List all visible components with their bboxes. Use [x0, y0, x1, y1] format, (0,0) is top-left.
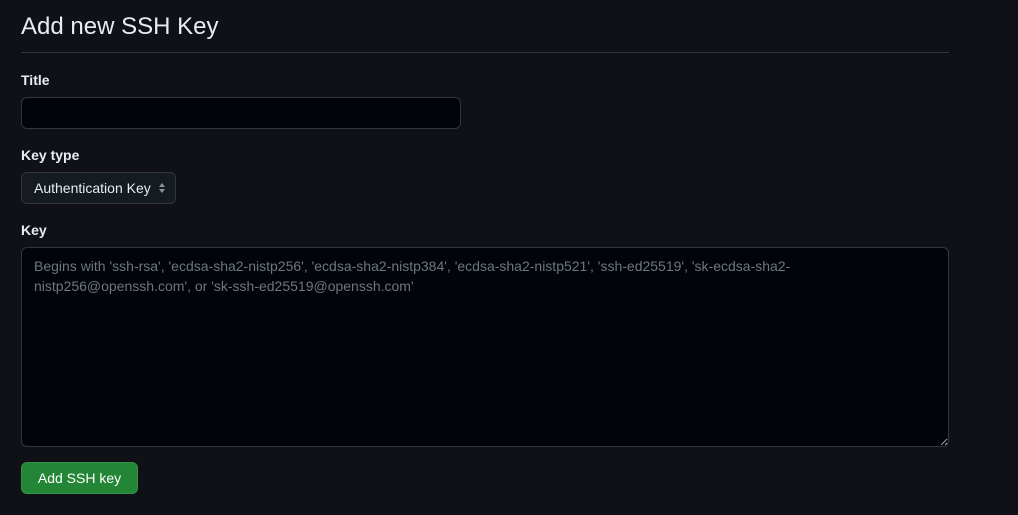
title-label: Title: [21, 72, 50, 88]
title-input[interactable]: [21, 97, 461, 129]
select-up-down-icon: [159, 183, 165, 193]
ssh-key-form: Title Key type Authentication Key Key Ad…: [21, 71, 1018, 494]
page-title: Add new SSH Key: [21, 13, 219, 40]
key-type-selected-value: Authentication Key: [34, 180, 151, 196]
key-textarea[interactable]: [21, 247, 949, 447]
key-label: Key: [21, 222, 47, 238]
page-header: Add new SSH Key: [21, 0, 949, 53]
key-type-select[interactable]: Authentication Key: [21, 172, 176, 204]
ssh-key-page: Add new SSH Key Title Key type Authentic…: [0, 0, 1018, 515]
add-ssh-key-button[interactable]: Add SSH key: [21, 462, 138, 494]
key-type-label: Key type: [21, 147, 80, 163]
